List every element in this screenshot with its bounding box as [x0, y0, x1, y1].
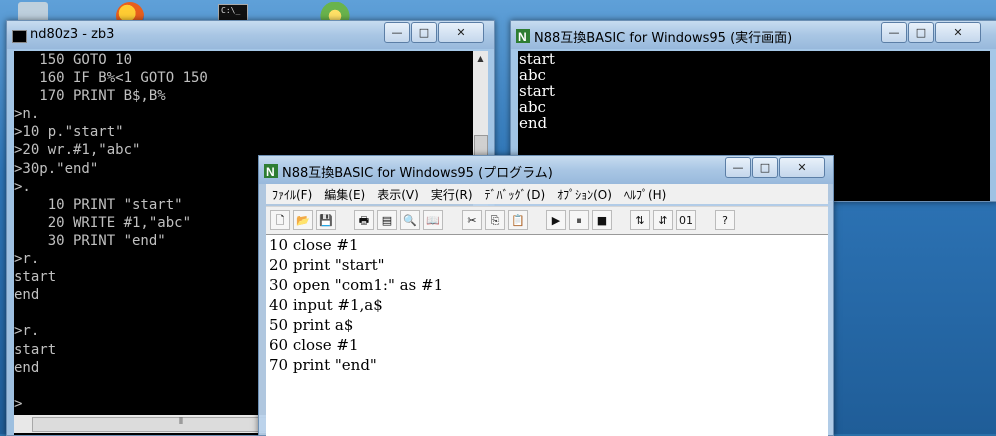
console-app-icon — [12, 30, 27, 43]
menu-item[interactable]: ﾌｧｲﾙ(F) — [266, 184, 318, 204]
code-line[interactable]: 30 open "com1:" as #1 — [266, 275, 828, 295]
console-line: 160 IF B%<1 GOTO 150 — [14, 70, 208, 87]
paste-icon[interactable]: 📋 — [508, 210, 528, 230]
close-button[interactable]: ✕ — [779, 157, 825, 178]
code-line[interactable]: 50 print a$ — [266, 315, 828, 335]
console-title: nd80z3 - zb3 — [30, 27, 115, 42]
output-titlebar[interactable]: N N88互換BASIC for Windows95 (実行画面) — □ ✕ — [511, 21, 996, 49]
help-icon[interactable]: ? — [715, 210, 735, 230]
code-line[interactable]: 40 input #1,a$ — [266, 295, 828, 315]
open-folder-icon[interactable]: 📂 — [293, 210, 313, 230]
console-line: 170 PRINT B$,B% — [14, 88, 166, 105]
book-icon[interactable]: 📖 — [423, 210, 443, 230]
output-title: N88互換BASIC for Windows95 (実行画面) — [534, 31, 793, 46]
output-line: abc — [519, 98, 546, 116]
program-window: N N88互換BASIC for Windows95 (プログラム) — □ ✕… — [258, 155, 834, 436]
copy-icon[interactable]: ⎘ — [485, 210, 505, 230]
n88-app-icon: N — [516, 28, 530, 44]
code-editor[interactable]: 10 close #1 20 print "start" 30 open "com1… — [266, 234, 828, 436]
n88-app-icon: N — [264, 163, 278, 179]
output-line: start — [519, 50, 555, 68]
scroll-grip-icon: ⦀ — [179, 417, 183, 427]
output-line: start — [519, 82, 555, 100]
sort-icon[interactable]: ⇵ — [653, 210, 673, 230]
stop-icon[interactable]: ■ — [592, 210, 612, 230]
cut-icon[interactable]: ✂ — [462, 210, 482, 230]
code-line[interactable]: 20 print "start" — [266, 255, 828, 275]
menu-item[interactable]: 編集(E) — [318, 184, 371, 204]
output-line: end — [519, 114, 548, 132]
svg-text:N: N — [266, 165, 275, 178]
print-preview-icon[interactable]: ▤ — [377, 210, 397, 230]
pause-icon[interactable]: ⏸ — [569, 210, 589, 230]
code-line[interactable]: 70 print "end" — [266, 355, 828, 375]
minimize-button[interactable]: — — [881, 22, 907, 43]
output-line: abc — [519, 66, 546, 84]
menu-item[interactable]: ｵﾌﾟｼｮﾝ(O) — [551, 184, 618, 204]
minimize-button[interactable]: — — [384, 22, 410, 43]
maximize-button[interactable]: □ — [411, 22, 437, 43]
renumber-icon[interactable]: ⇅ — [630, 210, 650, 230]
maximize-button[interactable]: □ — [752, 157, 778, 178]
program-title: N88互換BASIC for Windows95 (プログラム) — [282, 166, 553, 181]
code-line[interactable]: 10 close #1 — [266, 235, 828, 255]
close-button[interactable]: ✕ — [438, 22, 484, 43]
print-icon[interactable]: 🖶 — [354, 210, 374, 230]
maximize-button[interactable]: □ — [908, 22, 934, 43]
close-button[interactable]: ✕ — [935, 22, 981, 43]
menu-item[interactable]: ﾍﾙﾌﾟ(H) — [618, 184, 672, 204]
menu-item[interactable]: 実行(R) — [425, 184, 479, 204]
minimize-button[interactable]: — — [725, 157, 751, 178]
console-titlebar[interactable]: nd80z3 - zb3 — □ ✕ — [7, 21, 494, 49]
save-icon[interactable]: 💾 — [316, 210, 336, 230]
program-titlebar[interactable]: N N88互換BASIC for Windows95 (プログラム) — □ ✕ — [259, 156, 833, 184]
run-icon[interactable]: ▶ — [546, 210, 566, 230]
svg-text:N: N — [518, 30, 527, 43]
menu-item[interactable]: 表示(V) — [371, 184, 425, 204]
toolbar: 🗋 📂 💾 🖶 ▤ 🔍 📖 ✂ ⎘ 📋 ▶ ⏸ ■ ⇅ ⇵ 01? — [266, 206, 828, 235]
menu-bar: ﾌｧｲﾙ(F) 編集(E) 表示(V) 実行(R) ﾃﾞﾊﾞｯｸﾞ(D) ｵﾌﾟｼｮﾝ(O… — [266, 184, 828, 204]
binary-icon[interactable]: 01 — [676, 210, 696, 230]
console-line: >n. — [14, 106, 40, 123]
new-file-icon[interactable]: 🗋 — [270, 210, 290, 230]
menu-item[interactable]: ﾃﾞﾊﾞｯｸﾞ(D) — [479, 184, 552, 204]
console-line: 150 GOTO 10 — [14, 52, 133, 68]
console-line: >10 p."start" — [14, 124, 124, 141]
scroll-up-arrow-icon[interactable]: ▲ — [473, 51, 488, 66]
find-icon[interactable]: 🔍 — [400, 210, 420, 230]
scroll-thumb[interactable] — [474, 135, 488, 157]
code-line[interactable]: 60 close #1 — [266, 335, 828, 355]
